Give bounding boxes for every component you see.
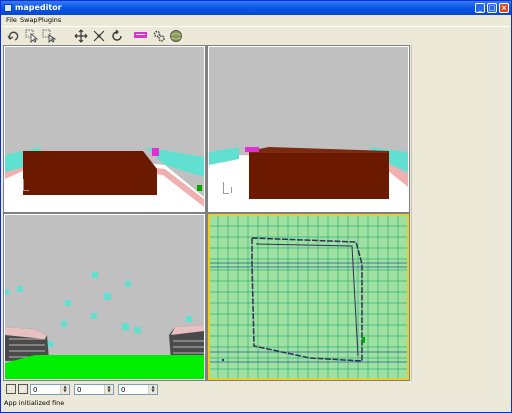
close-button[interactable]: × — [499, 3, 509, 13]
snap-toggle-button[interactable] — [6, 384, 16, 394]
viewport-top-grid[interactable] — [208, 214, 409, 380]
coord-z-value: 0 — [121, 386, 126, 394]
select-icon[interactable] — [25, 29, 39, 43]
lock-toggle-button[interactable] — [18, 384, 28, 394]
viewport-ground-view[interactable] — [4, 214, 205, 380]
entity-tag-icon[interactable] — [134, 29, 148, 43]
coord-z-stepper[interactable]: ▲ ▼ — [148, 385, 157, 394]
coord-x-value: 0 — [33, 386, 38, 394]
viewport-area — [3, 45, 410, 381]
status-text: App initialized fine — [4, 399, 65, 407]
coord-y-field[interactable]: 0 ▲ ▼ — [74, 384, 114, 395]
coord-y-stepper[interactable]: ▲ ▼ — [104, 385, 113, 394]
entity-marker[interactable] — [152, 148, 159, 156]
rotate-icon[interactable] — [110, 29, 124, 43]
menu-file[interactable]: File — [6, 16, 17, 24]
scale-icon[interactable] — [92, 29, 106, 43]
side-panel — [411, 45, 511, 381]
toolbar — [2, 26, 510, 46]
move-icon[interactable] — [74, 29, 88, 43]
coord-z-field[interactable]: 0 ▲ ▼ — [118, 384, 158, 395]
coord-x-field[interactable]: 0 ▲ ▼ — [30, 384, 70, 395]
coord-y-value: 0 — [77, 386, 82, 394]
app-icon — [4, 4, 12, 12]
undo-icon[interactable] — [7, 29, 21, 43]
viewport-front-left[interactable] — [4, 46, 205, 212]
menu-plugins[interactable]: Plugins — [38, 16, 61, 24]
coord-x-stepper[interactable]: ▲ ▼ — [60, 385, 69, 394]
app-window: mapeditor _ □ × File Swap Plugins 0 ▲ ▼ … — [0, 0, 512, 413]
entity-marker[interactable] — [245, 147, 259, 152]
maximize-button[interactable]: □ — [487, 3, 497, 13]
menu-swap[interactable]: Swap — [20, 16, 38, 24]
viewport-front-right[interactable] — [208, 46, 409, 212]
menu-bar: File Swap Plugins — [2, 15, 510, 25]
coordinate-bar: 0 ▲ ▼ 0 ▲ ▼ 0 ▲ ▼ — [2, 382, 510, 397]
minimize-button[interactable]: _ — [475, 3, 485, 13]
title-bar[interactable]: mapeditor _ □ × — [1, 1, 511, 15]
select-add-icon[interactable] — [42, 29, 56, 43]
settings-icon[interactable] — [152, 29, 166, 43]
window-title: mapeditor — [15, 3, 62, 12]
globe-icon[interactable] — [169, 29, 183, 43]
